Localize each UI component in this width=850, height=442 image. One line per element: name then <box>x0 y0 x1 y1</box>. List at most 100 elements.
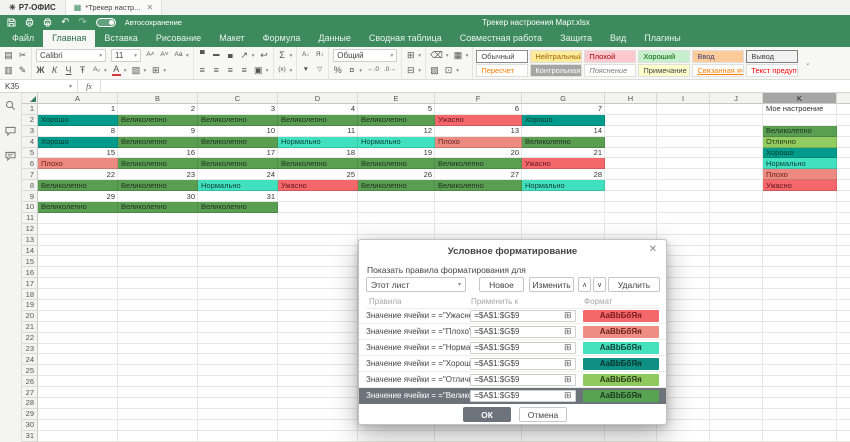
grid-cell-G6[interactable]: Ужасно <box>522 158 605 169</box>
grid-cell-A10[interactable]: Великолепно <box>38 202 118 213</box>
grid-cell-K1[interactable]: Мое настроение <box>763 104 837 115</box>
formatting-rule-row-5[interactable]: Значение ячейки = ="Великолепно"=$A$1:$G… <box>359 388 666 404</box>
grid-cell-L19[interactable] <box>837 300 850 311</box>
column-header-C[interactable]: C <box>198 93 278 104</box>
grid-cell-A23[interactable] <box>38 344 118 355</box>
range-select-icon[interactable]: ⊞ <box>564 327 572 336</box>
change-case-icon[interactable]: Aa <box>174 52 183 59</box>
grid-cell-K18[interactable] <box>763 289 837 300</box>
grid-cell-E4[interactable]: Нормально <box>358 137 435 148</box>
grid-cell-F9[interactable] <box>435 191 522 202</box>
cell-style-chip-5[interactable]: Вывод <box>746 50 798 63</box>
grid-cell-C10[interactable]: Великолепно <box>198 202 278 213</box>
grid-cell-K2[interactable] <box>763 115 837 126</box>
grid-cell-C11[interactable] <box>198 213 278 224</box>
grid-cell-I7[interactable] <box>657 169 710 180</box>
grid-cell-A28[interactable] <box>38 398 118 409</box>
range-select-icon[interactable]: ⊞ <box>564 391 572 400</box>
grid-cell-D27[interactable] <box>278 387 358 398</box>
grid-cell-H7[interactable] <box>605 169 657 180</box>
grid-cell-H5[interactable] <box>605 148 657 159</box>
grid-cell-G2[interactable]: Хорошо <box>522 115 605 126</box>
grid-cell-C30[interactable] <box>198 420 278 431</box>
grid-cell-D28[interactable] <box>278 398 358 409</box>
grid-cell-J21[interactable] <box>710 322 763 333</box>
grid-cell-B10[interactable]: Великолепно <box>118 202 198 213</box>
row-header-23[interactable]: 23 <box>22 344 38 355</box>
grid-cell-B31[interactable] <box>118 431 198 442</box>
menu-tab-2[interactable]: Вставка <box>95 30 146 47</box>
autosum-icon[interactable]: Σ <box>278 51 287 60</box>
grid-cell-D9[interactable] <box>278 191 358 202</box>
grid-cell-B18[interactable] <box>118 289 198 300</box>
grid-cell-G3[interactable]: 14 <box>522 126 605 137</box>
grid-cell-G31[interactable] <box>522 431 605 442</box>
decrease-font-icon[interactable]: A˅ <box>160 52 169 59</box>
grid-cell-A5[interactable]: 15 <box>38 148 118 159</box>
row-header-27[interactable]: 27 <box>22 387 38 398</box>
row-header-20[interactable]: 20 <box>22 311 38 322</box>
grid-cell-A9[interactable]: 29 <box>38 191 118 202</box>
grid-cell-D11[interactable] <box>278 213 358 224</box>
grid-cell-A3[interactable]: 8 <box>38 126 118 137</box>
align-right-icon[interactable]: ≡ <box>226 66 235 75</box>
grid-cell-H3[interactable] <box>605 126 657 137</box>
grid-cell-J15[interactable] <box>710 256 763 267</box>
grid-cell-J29[interactable] <box>710 409 763 420</box>
quick-print-icon[interactable] <box>43 18 52 27</box>
grid-cell-E8[interactable]: Великолепно <box>358 180 435 191</box>
menu-tab-4[interactable]: Макет <box>210 30 253 47</box>
grid-cell-L12[interactable] <box>837 224 850 235</box>
format-painter-icon[interactable]: ✎ <box>18 66 27 75</box>
rule-range-input[interactable]: =$A$1:$G$9⊞ <box>470 310 575 322</box>
grid-cell-D1[interactable]: 4 <box>278 104 358 115</box>
grid-cell-G8[interactable]: Нормально <box>522 180 605 191</box>
grid-cell-D15[interactable] <box>278 256 358 267</box>
grid-cell-C19[interactable] <box>198 300 278 311</box>
increase-font-icon[interactable]: A˄ <box>146 52 155 59</box>
grid-cell-C18[interactable] <box>198 289 278 300</box>
grid-cell-B12[interactable] <box>118 224 198 235</box>
formatting-rule-row-4[interactable]: Значение ячейки = ="Отлично"=$A$1:$G$9⊞A… <box>359 372 666 388</box>
column-header-G[interactable]: G <box>522 93 605 104</box>
grid-cell-I2[interactable] <box>657 115 710 126</box>
formatting-rule-row-3[interactable]: Значение ячейки = ="Хорошо"=$A$1:$G$9⊞Aa… <box>359 356 666 372</box>
grid-cell-D8[interactable]: Ужасно <box>278 180 358 191</box>
row-header-6[interactable]: 6 <box>22 158 38 169</box>
grid-cell-A8[interactable]: Великолепно <box>38 180 118 191</box>
row-header-4[interactable]: 4 <box>22 137 38 148</box>
sort-asc-icon[interactable]: А↓ <box>301 52 310 59</box>
grid-cell-G9[interactable] <box>522 191 605 202</box>
autosave-toggle[interactable] <box>96 18 116 27</box>
grid-cell-A7[interactable]: 22 <box>38 169 118 180</box>
grid-cell-J24[interactable] <box>710 354 763 365</box>
grid-cell-B9[interactable]: 30 <box>118 191 198 202</box>
grid-cell-A2[interactable]: Хорошо <box>38 115 118 126</box>
grid-cell-J31[interactable] <box>710 431 763 442</box>
grid-cell-A27[interactable] <box>38 387 118 398</box>
grid-cell-L28[interactable] <box>837 398 850 409</box>
fill-color-icon[interactable]: ▧ <box>132 66 141 75</box>
grid-cell-D10[interactable] <box>278 202 358 213</box>
grid-cell-A19[interactable] <box>38 300 118 311</box>
row-header-22[interactable]: 22 <box>22 333 38 344</box>
grid-cell-L31[interactable] <box>837 431 850 442</box>
ok-button[interactable]: ОК <box>463 407 511 422</box>
align-middle-icon[interactable]: ▬ <box>212 52 221 59</box>
insert-function-button[interactable]: fx <box>78 80 101 92</box>
grid-cell-B5[interactable]: 16 <box>118 148 198 159</box>
grid-cell-D30[interactable] <box>278 420 358 431</box>
grid-cell-A13[interactable] <box>38 235 118 246</box>
row-header-21[interactable]: 21 <box>22 322 38 333</box>
dialog-close-icon[interactable]: ✕ <box>649 245 657 255</box>
grid-cell-C2[interactable]: Великолепно <box>198 115 278 126</box>
rule-range-input[interactable]: =$A$1:$G$9⊞ <box>470 374 575 386</box>
grid-cell-E12[interactable] <box>358 224 435 235</box>
row-header-13[interactable]: 13 <box>22 235 38 246</box>
name-box[interactable]: K35 ▾ <box>0 80 78 92</box>
grid-cell-B6[interactable]: Великолепно <box>118 158 198 169</box>
grid-cell-A15[interactable] <box>38 256 118 267</box>
grid-cell-E6[interactable]: Великолепно <box>358 158 435 169</box>
grid-cell-C3[interactable]: 10 <box>198 126 278 137</box>
column-header-F[interactable]: F <box>435 93 522 104</box>
